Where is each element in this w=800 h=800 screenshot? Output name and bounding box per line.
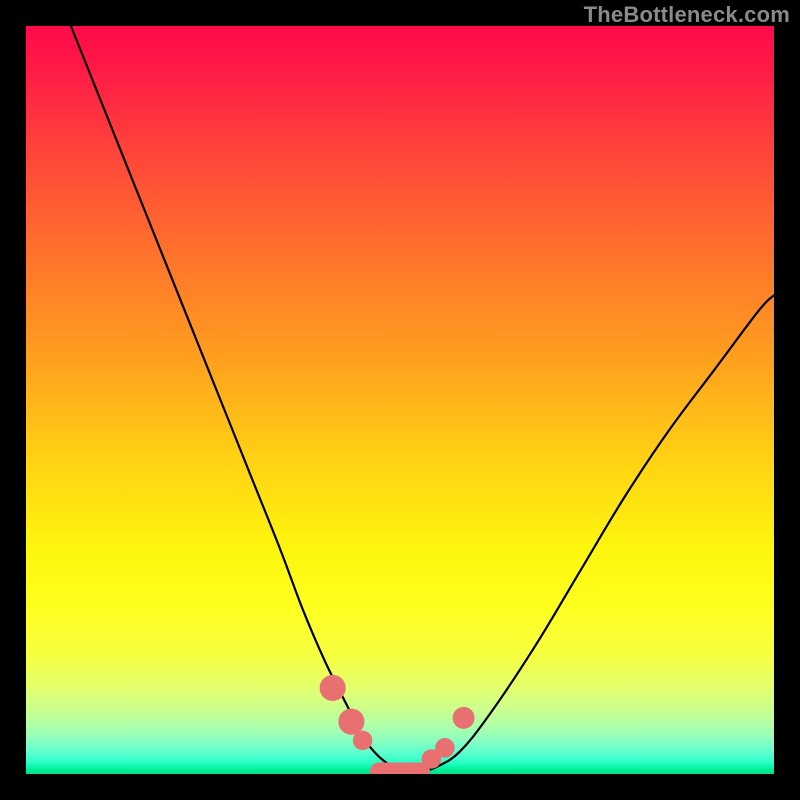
curve-marker-4 (435, 738, 455, 758)
plot-area (26, 26, 774, 774)
curve-marker-1 (338, 709, 364, 735)
curve-marker-0 (320, 675, 346, 701)
bottleneck-curve (71, 26, 774, 772)
chart-frame: TheBottleneck.com (0, 0, 800, 800)
curve-marker-2 (353, 731, 373, 751)
flat-region-marker (370, 763, 430, 774)
curve-layer (26, 26, 774, 774)
curve-marker-5 (453, 707, 475, 729)
watermark-text: TheBottleneck.com (584, 2, 790, 28)
